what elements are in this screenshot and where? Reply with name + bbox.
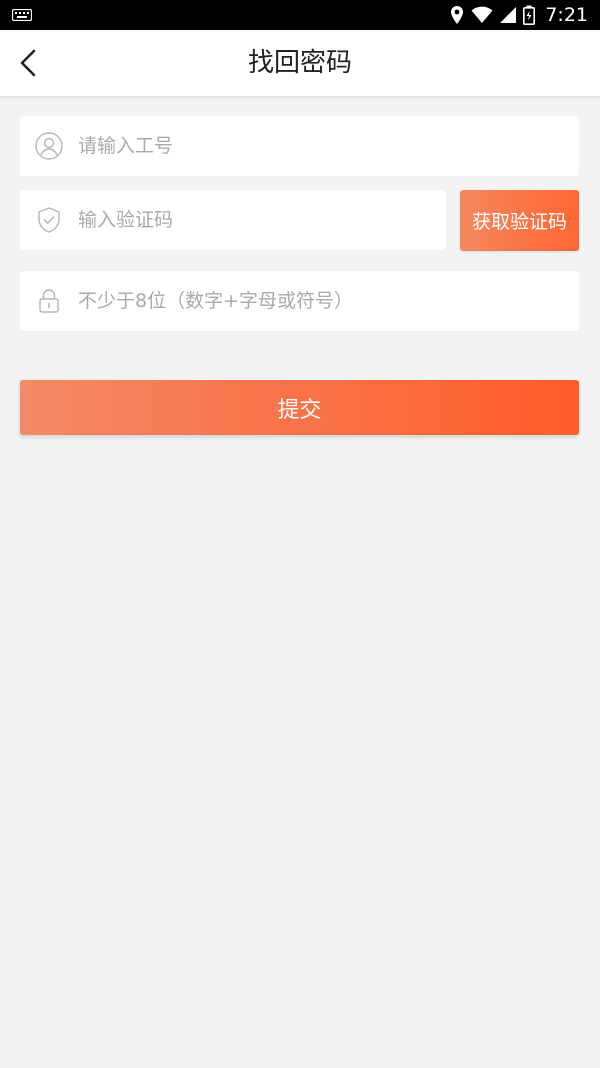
submit-button[interactable]: 提交 [20,380,579,435]
new-password-field[interactable] [20,270,579,332]
status-bar: 7:21 [0,0,600,30]
user-icon [34,131,64,161]
keyboard-icon [12,9,32,21]
back-button[interactable] [12,46,46,80]
header: 找回密码 [0,30,600,97]
employee-id-field[interactable] [20,115,579,177]
get-verification-code-button[interactable]: 获取验证码 [460,190,579,251]
wifi-icon [471,6,493,23]
verification-code-input[interactable] [76,189,446,251]
signal-icon [500,7,517,23]
page-title: 找回密码 [247,48,352,78]
employee-id-input[interactable] [76,115,579,177]
location-icon [451,6,464,24]
status-time: 7:21 [545,4,588,26]
verification-code-field[interactable] [20,189,446,251]
shield-check-icon [34,205,64,235]
battery-icon [523,5,536,25]
lock-icon [34,286,64,316]
new-password-input[interactable] [76,270,579,332]
chevron-left-icon [20,49,36,77]
